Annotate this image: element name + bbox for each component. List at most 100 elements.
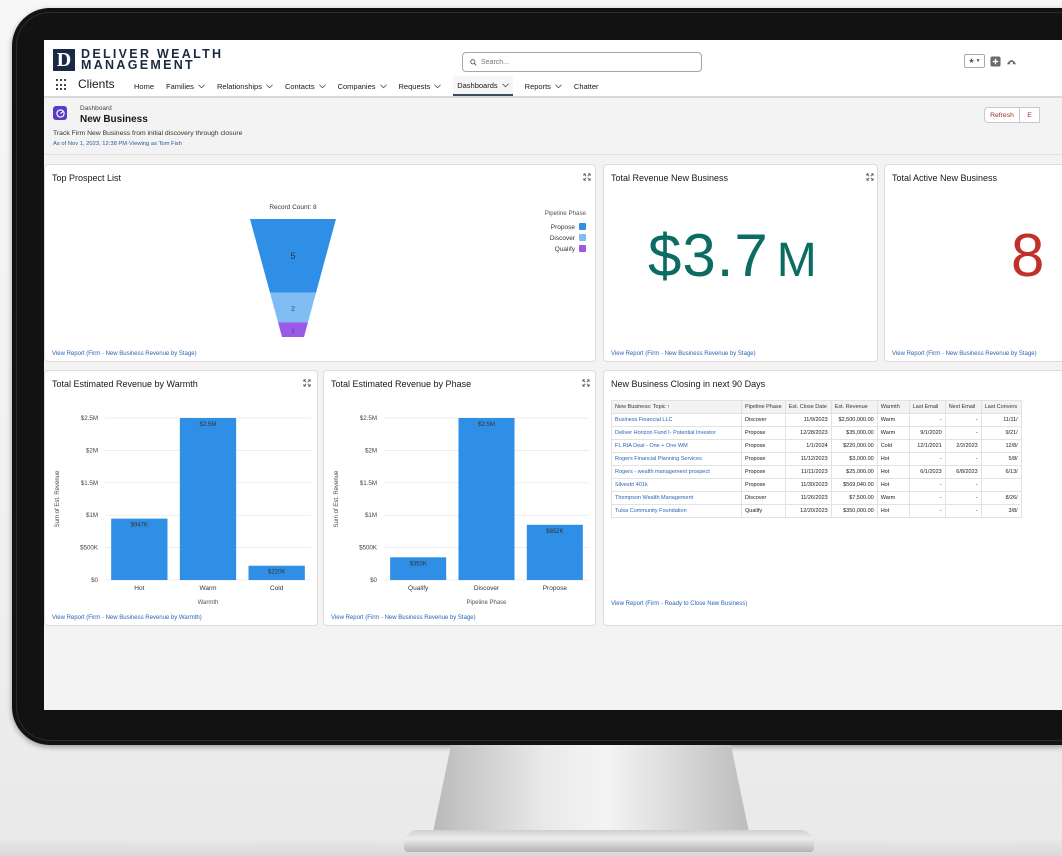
report-link[interactable]: View Report (Firm - New Business Revenue…: [52, 351, 197, 357]
table-cell: Hot: [876, 465, 910, 479]
bar-chart-warmth: $0 $500K $1M $1.5M $2M $2.5M Sum of Est. Reven…: [55, 415, 311, 606]
chevron-down-icon[interactable]: [266, 83, 273, 89]
topic-link[interactable]: FL RIA Deal - One + One WM: [611, 439, 742, 453]
report-link[interactable]: View Report (Firm - Ready to Close New B…: [611, 601, 747, 607]
table-cell: Propose: [741, 465, 786, 479]
table-cell: Propose: [741, 478, 786, 492]
dashboard-title: New Business: [80, 114, 148, 125]
table-cell: Propose: [741, 452, 786, 466]
card-title: Total Estimated Revenue by Phase: [331, 379, 472, 389]
report-link[interactable]: View Report (Firm - New Business Revenue…: [52, 615, 202, 621]
expand-icon[interactable]: [303, 379, 311, 387]
report-link[interactable]: View Report (Firm - New Business Revenue…: [892, 351, 1037, 357]
nav-item-reports[interactable]: Reports: [525, 76, 562, 96]
column-header[interactable]: Pipeline Phase: [741, 400, 786, 414]
report-link[interactable]: View Report (Firm - New Business Revenue…: [611, 351, 756, 357]
table-cell: $7,500.00: [830, 491, 878, 505]
nav-item-label: Requests: [398, 81, 431, 91]
trailhead-icon[interactable]: [1006, 56, 1017, 67]
search-input[interactable]: [481, 58, 681, 66]
x-axis-label: Warmth: [198, 600, 219, 606]
funnel-title: Record Count: 8: [269, 204, 317, 211]
add-icon[interactable]: [990, 55, 1001, 67]
legend-label: Qualify: [555, 246, 576, 253]
report-link[interactable]: View Report (Firm - New Business Revenue…: [331, 615, 476, 621]
card-title: Total Revenue New Business: [611, 173, 729, 183]
expand-icon[interactable]: [866, 173, 874, 181]
chevron-down-icon[interactable]: [434, 83, 442, 89]
nav-item-chatter[interactable]: Chatter: [574, 76, 599, 96]
nav-item-home[interactable]: Home: [134, 76, 154, 96]
bar-value-label: $2.5M: [478, 422, 495, 428]
dashboard-as-of: As of Nov 1, 2023, 12:38 PM·Viewing as T…: [53, 141, 182, 147]
bar-discover[interactable]: [458, 418, 515, 580]
refresh-button[interactable]: Refresh: [984, 107, 1020, 123]
topic-link[interactable]: Rogers Financial Planning Services: [611, 452, 742, 466]
table-header-row: New Business: Topic ↑ Pipeline Phase Est. …: [611, 400, 1022, 414]
topic-link[interactable]: Tulsa Community Foundation: [611, 504, 742, 518]
chevron-down-icon[interactable]: [379, 83, 387, 89]
table-cell: 3/8/: [980, 504, 1022, 518]
table-cell: -: [944, 478, 982, 492]
topic-link[interactable]: Business Financial LLC: [611, 413, 742, 427]
legend-title: Pipeline Phase: [545, 210, 587, 217]
y-tick-label: $1M: [86, 512, 98, 519]
column-header[interactable]: Est. Revenue: [830, 400, 878, 414]
nav-item-relationships[interactable]: Relationships: [217, 76, 273, 96]
topic-link[interactable]: Rogers - wealth management prospect: [611, 465, 742, 479]
column-header[interactable]: Last Convers: [980, 400, 1022, 414]
legend-swatch: [579, 245, 586, 252]
table-cell: 1/1/2024: [784, 439, 832, 453]
nav-item-requests[interactable]: Requests: [399, 76, 442, 96]
column-header[interactable]: Next Email: [944, 400, 982, 414]
x-tick-label: Warm: [199, 585, 216, 592]
table-cell: $350,000.00: [830, 504, 878, 518]
table-row: Rogers Financial Planning Services Propos…: [611, 452, 1022, 466]
chevron-down-icon: ▼: [975, 58, 981, 64]
nav-item-contacts[interactable]: Contacts: [285, 76, 326, 96]
table-row: Silvestri 401k Propose 11/30/2023 $569,040.…: [611, 478, 1022, 492]
card-by-warmth: Total Estimated Revenue by Warmth $0 $500…: [44, 370, 318, 626]
chevron-down-icon[interactable]: [198, 83, 205, 89]
column-header[interactable]: Est. Close Date: [784, 400, 832, 414]
table-cell: $25,000.00: [830, 465, 878, 479]
search-box[interactable]: [462, 52, 702, 72]
metric-suffix: M: [776, 234, 818, 287]
chevron-down-icon[interactable]: [555, 83, 562, 89]
table-cell: -: [908, 413, 946, 427]
search-icon: [470, 58, 477, 66]
y-tick-label: $500K: [80, 545, 99, 552]
funnel-value-label: 5: [290, 251, 295, 261]
dashboard-header: Dashboard New Business Track Firm New Bu…: [44, 98, 1062, 155]
favorites-button[interactable]: ★ ▼: [964, 54, 985, 68]
table-cell: -: [944, 413, 982, 427]
nav-item-families[interactable]: Families: [166, 76, 205, 96]
bar-warm[interactable]: [179, 418, 237, 580]
x-tick-label: Cold: [270, 585, 284, 592]
y-tick-label: $2.5M: [81, 415, 98, 422]
nav-item-dashboards[interactable]: Dashboards: [453, 76, 513, 96]
bar-value-label: $852K: [546, 529, 563, 535]
column-header[interactable]: New Business: Topic ↑: [611, 400, 742, 414]
brand-logo[interactable]: D DELIVER WEALTH MANAGEMENT: [53, 48, 223, 71]
bar-value-label: $220K: [268, 570, 285, 576]
table-cell: $35,000.00: [830, 426, 878, 440]
topic-link[interactable]: Silvestri 401k: [611, 478, 742, 492]
table-cell: $2,500,000.00: [830, 413, 878, 427]
edit-button[interactable]: E: [1020, 107, 1040, 123]
chevron-down-icon[interactable]: [501, 82, 509, 88]
nav-item-companies[interactable]: Companies: [338, 76, 387, 96]
bar-value-label: $2.5M: [200, 422, 217, 428]
column-header[interactable]: Last Email: [908, 400, 946, 414]
monitor-stand: [432, 745, 750, 837]
dashboard-actions: Refresh E: [984, 107, 1040, 123]
table-cell: 11/11/2023: [784, 465, 832, 479]
topic-link[interactable]: Deliver Horizon Fund I- Potential Invest…: [611, 426, 742, 440]
app-launcher-icon[interactable]: [56, 79, 68, 91]
app-name: Clients: [78, 77, 115, 91]
topic-link[interactable]: Thompson Wealth Management: [611, 491, 742, 505]
column-header[interactable]: Warmth: [876, 400, 910, 414]
chevron-down-icon[interactable]: [318, 83, 326, 89]
table-cell: 8/26/: [980, 491, 1022, 505]
expand-icon[interactable]: [582, 379, 590, 387]
